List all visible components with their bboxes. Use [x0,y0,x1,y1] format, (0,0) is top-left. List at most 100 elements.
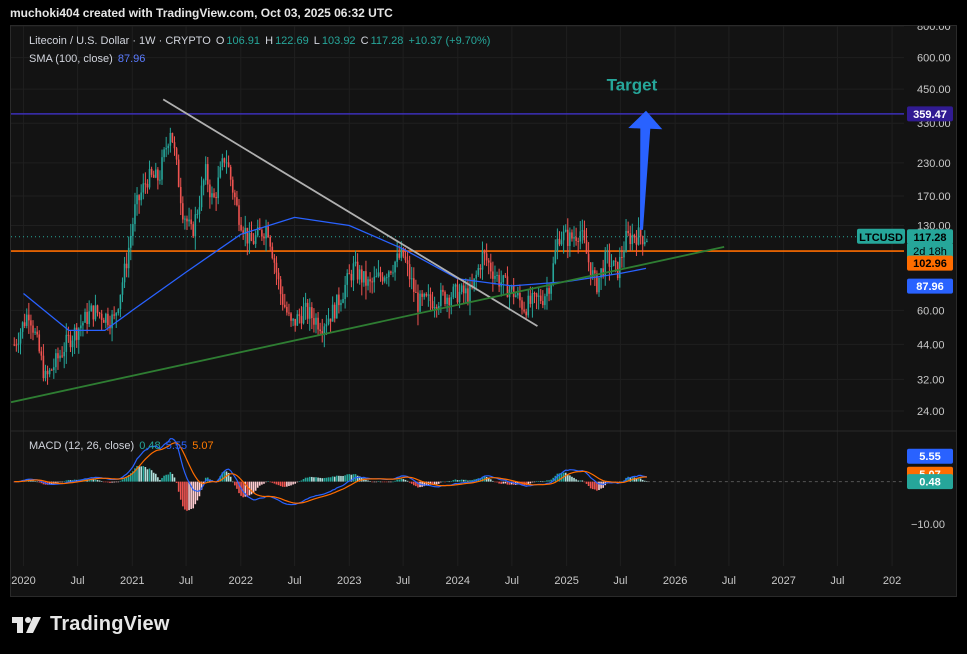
candle-body [107,313,109,326]
candle [556,228,559,260]
candle [346,269,349,298]
candle [127,236,130,278]
macd-histogram-bar [275,481,278,485]
candle-body [46,370,49,375]
macd-histogram-bar [440,481,442,483]
macd-histogram-bar [377,481,380,482]
candle-body [456,284,459,303]
macd-histogram-bar [437,481,440,484]
macd-histogram-bar [231,481,234,483]
macd-label: MACD (12, 26, close) [29,440,135,452]
candle-body [65,334,68,352]
candle-body [350,274,353,281]
candle [429,287,432,311]
macd-histogram-bar [542,481,544,483]
macd-histogram-bar [641,479,644,482]
symbol-legend[interactable]: Litecoin / U.S. Dollar · 1W · CRYPTO O 10… [29,35,492,47]
ohlc-low-value: 103.92 [321,35,356,47]
candle-body [465,288,467,294]
candle [394,260,396,281]
chart-credit: muchoki404 created with TradingView.com,… [10,6,393,20]
candle [98,311,101,319]
macd-histogram-bar [186,481,188,511]
chart-panel[interactable]: 800.00 600.00 450.00 330.00 230.00 170.00 130.… [10,25,957,597]
candle-body [423,293,426,297]
candle-body [275,262,278,273]
macd-histogram-bar [404,479,407,482]
candle-body [367,279,369,286]
candle-body [40,351,43,356]
macd-histogram-bar [277,481,280,486]
macd-histogram-bar [259,481,261,486]
macd-histogram-bar [371,481,373,483]
candle [306,298,309,324]
macd-histogram-bar [381,481,384,483]
candle-body [290,313,292,321]
candle [519,284,521,308]
candle [221,153,224,171]
candle [59,349,61,362]
macd-histogram-bar [263,481,265,484]
candle [267,221,269,239]
candle-body [517,293,519,296]
candle [487,258,490,275]
macd-histogram-bar [400,478,403,482]
candle [204,156,207,185]
macd-histogram-bar [489,479,492,482]
candle [317,312,319,335]
macd-histogram-bar [591,481,594,490]
candle-body [421,293,423,297]
candle [385,273,388,285]
candle [562,225,565,254]
svg-text:0.48: 0.48 [919,477,940,489]
candle-body [229,166,232,180]
candle [479,264,482,279]
macd-histogram-bar [290,481,292,486]
candle [381,272,384,285]
macd-histogram-bar [144,467,147,482]
candle-body [231,179,234,193]
candle [80,314,82,337]
candle-body [292,318,294,321]
candle [623,241,625,268]
candle-body [50,369,53,371]
candle [333,302,336,323]
candle-body [279,279,282,295]
candle [223,157,226,168]
macd-histogram-bar [148,468,151,482]
candle [531,286,534,318]
macd-histogram-bar [564,472,567,482]
macd-histogram-bar [150,470,153,482]
candle [311,302,313,330]
candle-body [88,311,90,324]
candle-body [440,289,442,306]
macd-histogram-bar [369,481,371,482]
candle-body [115,313,118,316]
candle-body [144,183,147,185]
macd-histogram-bar [283,481,286,487]
candle [184,215,186,230]
macd-histogram-bar [313,477,315,482]
candle-body [119,294,122,310]
candle-body [383,277,386,282]
candle [627,221,629,237]
candle-body [323,326,326,334]
candle [200,176,203,211]
candle [290,312,292,327]
sma-legend[interactable]: SMA (100, close) 87.96 [29,53,147,65]
candle [533,291,536,304]
macd-histogram-value: 0.48 [139,440,161,452]
price-chart[interactable]: 800.00600.00450.00330.00230.00170.00130.… [11,26,956,596]
candle-body [269,237,272,247]
candle-body [408,264,411,280]
candle-body [154,169,157,178]
macd-legend[interactable]: MACD (12, 26, close) 0.48 5.55 5.07 [29,440,216,452]
macd-histogram-bar [61,481,63,483]
candle [494,265,496,285]
candle [571,229,573,242]
candle [273,254,276,275]
candle-body [514,295,517,297]
candle [542,290,544,309]
candle-body [250,232,253,241]
macd-histogram-bar [598,481,600,491]
